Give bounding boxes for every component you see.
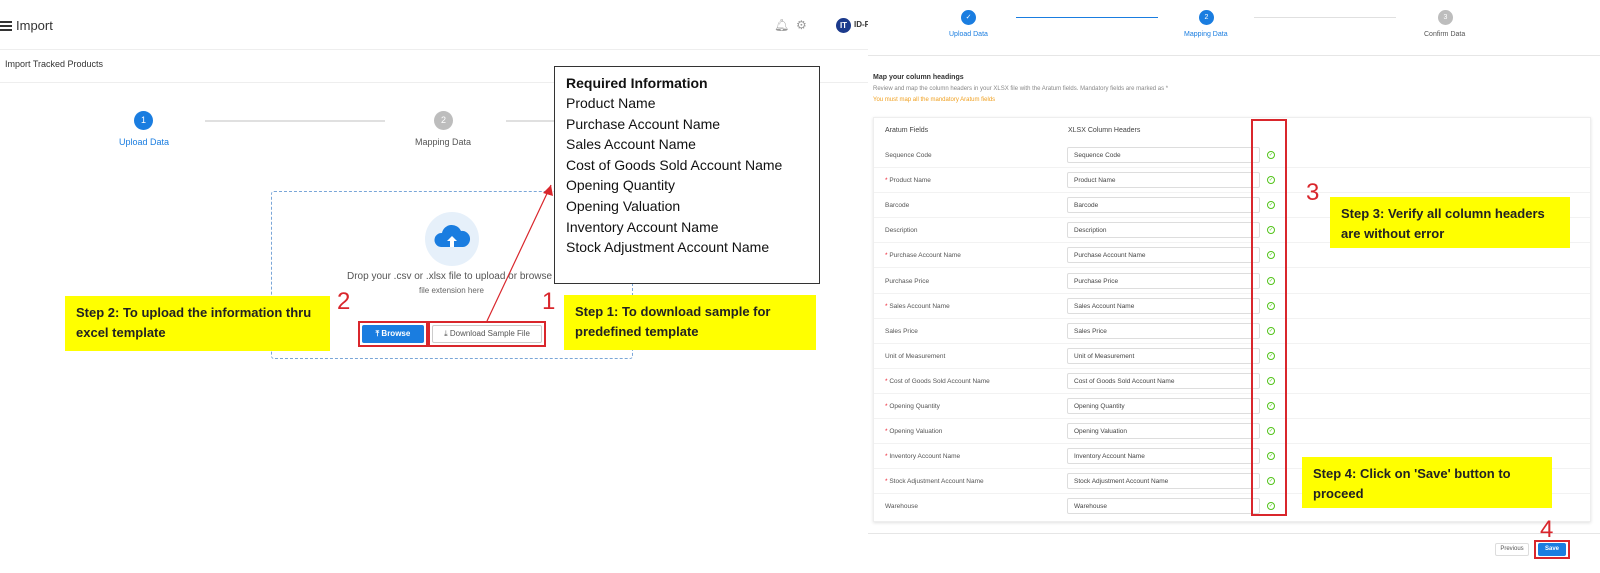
field-label: Sequence Code bbox=[885, 152, 932, 159]
mapping-warning: You must map all the mandatory Aratum fi… bbox=[873, 97, 996, 103]
previous-button[interactable]: Previous bbox=[1495, 543, 1529, 556]
verify-highlight-box bbox=[1251, 119, 1287, 516]
step-1-label: Upload Data bbox=[949, 31, 988, 38]
required-info-item: Opening Quantity bbox=[566, 177, 675, 194]
step-2-label: Mapping Data bbox=[1184, 31, 1228, 38]
column-header-select[interactable]: Product Name bbox=[1067, 172, 1260, 188]
stepper-line-active bbox=[1016, 17, 1158, 18]
field-label: Sales Price bbox=[885, 328, 918, 335]
row-divider bbox=[874, 343, 1590, 344]
stepper-divider bbox=[868, 55, 1600, 56]
field-name: Opening Quantity bbox=[889, 403, 940, 410]
annotation-number-2: 2 bbox=[337, 288, 351, 315]
mapping-description: Review and map the column headers in you… bbox=[873, 86, 1169, 92]
row-divider bbox=[874, 418, 1590, 419]
step-1-complete-icon: ✓ bbox=[961, 10, 976, 25]
column-header-select[interactable]: Barcode bbox=[1067, 197, 1260, 213]
mapping-heading: Map your column headings bbox=[873, 74, 964, 81]
field-label: * Purchase Account Name bbox=[885, 252, 961, 259]
field-name: Opening Valuation bbox=[889, 428, 943, 435]
step-2-annotation: Step 2: To upload the information thru e… bbox=[65, 296, 330, 351]
import-upload-panel: Import 🔔︎ ⚙ IT ID-F Import Tracked Produ… bbox=[0, 0, 870, 573]
mapping-data-panel: ✓ Upload Data 2 Mapping Data 3 Confirm D… bbox=[868, 0, 1600, 573]
field-label: * Cost of Goods Sold Account Name bbox=[885, 378, 990, 385]
field-label: * Stock Adjustment Account Name bbox=[885, 478, 984, 485]
required-info-item: Cost of Goods Sold Account Name bbox=[566, 156, 783, 173]
field-label: Barcode bbox=[885, 202, 909, 209]
column-header-select[interactable]: Cost of Goods Sold Account Name bbox=[1067, 373, 1260, 389]
field-label: * Sales Account Name bbox=[885, 303, 950, 310]
field-name: Sequence Code bbox=[885, 152, 932, 159]
row-divider bbox=[874, 293, 1590, 294]
row-divider bbox=[874, 368, 1590, 369]
column-header-select[interactable]: Warehouse bbox=[1067, 498, 1260, 514]
required-info-item: Inventory Account Name bbox=[566, 218, 719, 235]
required-info-title: Required Information bbox=[566, 75, 708, 91]
step-4-annotation: Step 4: Click on 'Save' button to procee… bbox=[1302, 457, 1552, 508]
step-1-annotation: Step 1: To download sample for predefine… bbox=[564, 295, 816, 350]
row-divider bbox=[874, 267, 1590, 268]
column-header-select[interactable]: Unit of Measurement bbox=[1067, 348, 1260, 364]
column-header-select[interactable]: Sales Account Name bbox=[1067, 298, 1260, 314]
footer-divider bbox=[868, 533, 1600, 534]
field-name: Unit of Measurement bbox=[885, 353, 946, 360]
field-label: Unit of Measurement bbox=[885, 353, 945, 360]
column-header-select[interactable]: Sequence Code bbox=[1067, 147, 1260, 163]
field-label: * Inventory Account Name bbox=[885, 453, 960, 460]
column-header-select[interactable]: Purchase Account Name bbox=[1067, 247, 1260, 263]
save-button[interactable]: Save bbox=[1538, 543, 1566, 556]
row-divider bbox=[874, 167, 1590, 168]
step-3-indicator: 3 bbox=[1438, 10, 1453, 25]
field-name: Cost of Goods Sold Account Name bbox=[889, 378, 990, 385]
field-name: Purchase Price bbox=[885, 278, 930, 285]
required-info-item: Product Name bbox=[566, 95, 656, 111]
step-3-annotation: Step 3: Verify all column headers are wi… bbox=[1330, 197, 1570, 248]
field-label: * Opening Quantity bbox=[885, 403, 940, 410]
stepper-line bbox=[1254, 17, 1396, 18]
column-header-select[interactable]: Sales Price bbox=[1067, 323, 1260, 339]
field-name: Barcode bbox=[885, 202, 910, 209]
field-name: Sales Price bbox=[885, 328, 918, 335]
annotation-number-3: 3 bbox=[1306, 179, 1320, 206]
row-divider bbox=[874, 393, 1590, 394]
field-label: Description bbox=[885, 227, 918, 234]
field-label: * Opening Valuation bbox=[885, 428, 942, 435]
required-info-item: Purchase Account Name bbox=[566, 115, 721, 132]
field-label: * Product Name bbox=[885, 177, 931, 184]
annotation-number-1: 1 bbox=[542, 288, 556, 315]
column-header-select[interactable]: Stock Adjustment Account Name bbox=[1067, 473, 1260, 489]
step-3-label: Confirm Data bbox=[1424, 31, 1466, 38]
column-header-select[interactable]: Purchase Price bbox=[1067, 273, 1260, 289]
column-header-xlsx: XLSX Column Headers bbox=[1068, 127, 1141, 134]
field-label: Warehouse bbox=[885, 503, 918, 510]
column-header-select[interactable]: Opening Quantity bbox=[1067, 398, 1260, 414]
required-information-box: Required Information Product Name Purcha… bbox=[554, 66, 820, 284]
row-divider bbox=[874, 318, 1590, 319]
field-name: Purchase Account Name bbox=[889, 252, 961, 259]
required-info-item: Stock Adjustment Account Name bbox=[566, 239, 770, 256]
field-name: Inventory Account Name bbox=[889, 453, 961, 460]
required-info-item: Opening Valuation bbox=[566, 197, 681, 214]
column-header-select[interactable]: Opening Valuation bbox=[1067, 423, 1260, 439]
column-header-select[interactable]: Description bbox=[1067, 222, 1260, 238]
field-name: Sales Account Name bbox=[889, 303, 950, 310]
step-2-indicator: 2 bbox=[1199, 10, 1214, 25]
column-header-fields: Aratum Fields bbox=[885, 127, 929, 134]
row-divider bbox=[874, 443, 1590, 444]
field-name: Description bbox=[885, 227, 918, 234]
field-name: Product Name bbox=[889, 177, 931, 184]
column-header-select[interactable]: Inventory Account Name bbox=[1067, 448, 1260, 464]
row-divider bbox=[874, 192, 1590, 193]
field-name: Stock Adjustment Account Name bbox=[889, 478, 984, 485]
field-name: Warehouse bbox=[885, 503, 918, 510]
required-info-item: Sales Account Name bbox=[566, 136, 696, 153]
field-label: Purchase Price bbox=[885, 278, 929, 285]
